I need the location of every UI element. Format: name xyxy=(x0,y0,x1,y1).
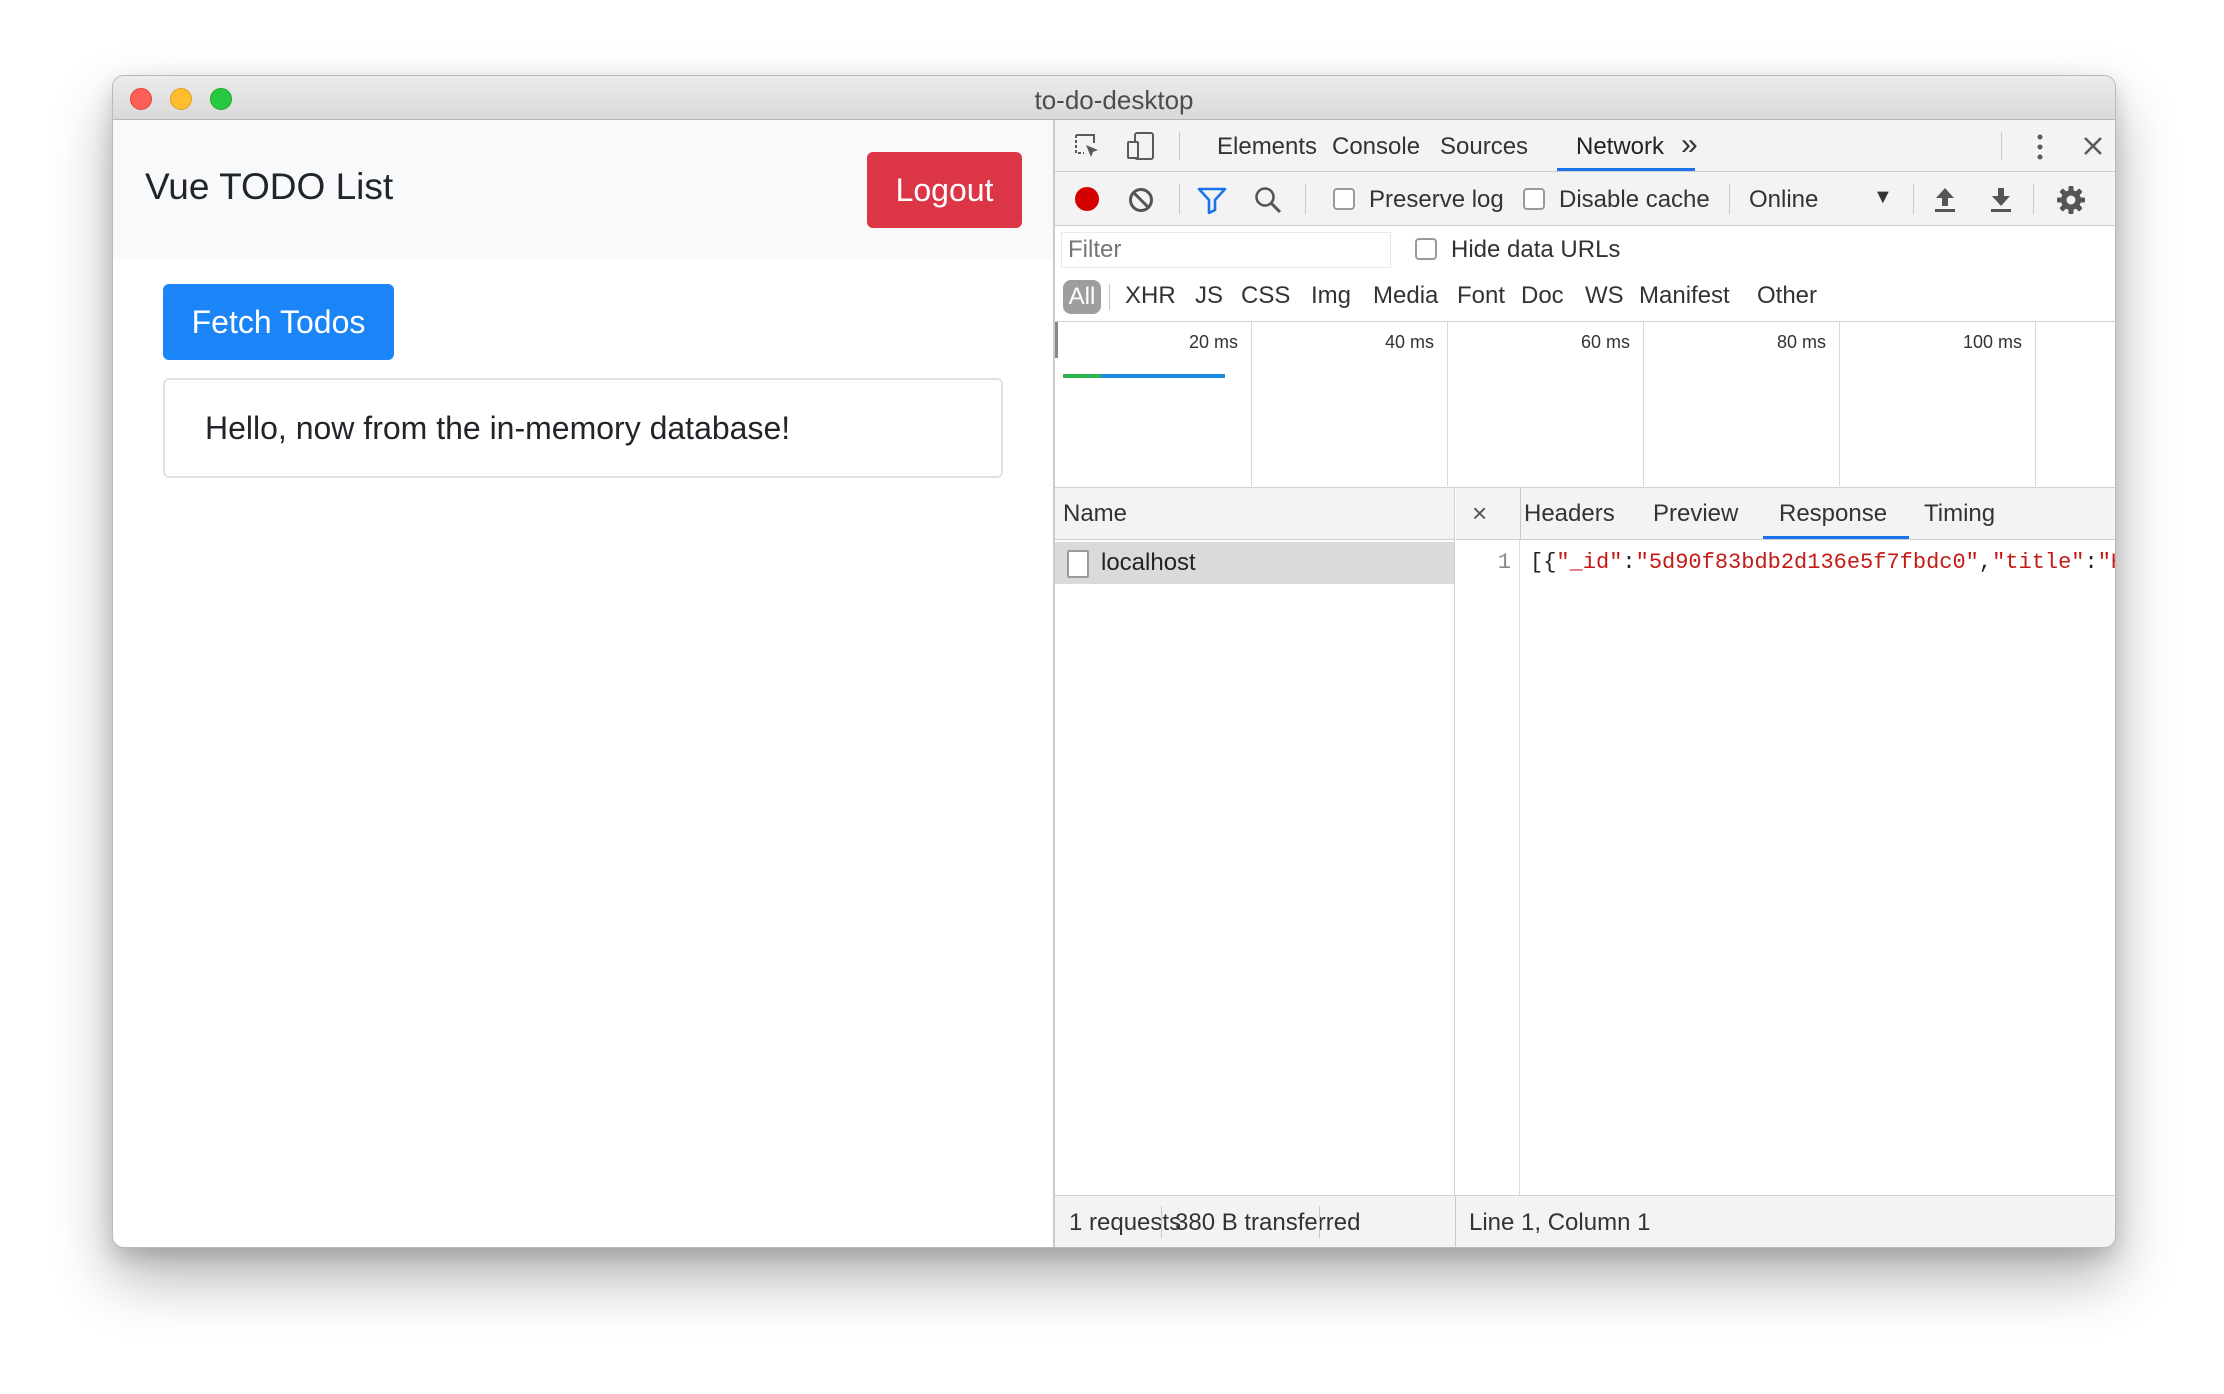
timeline-wait-bar xyxy=(1063,374,1103,378)
tab-timing[interactable]: Timing xyxy=(1924,500,1995,528)
active-tab-indicator xyxy=(1557,168,1695,171)
request-row[interactable]: localhost xyxy=(1055,542,1454,584)
close-devtools-icon[interactable] xyxy=(2081,134,2105,158)
type-filter-xhr[interactable]: XHR xyxy=(1125,282,1176,310)
hide-data-urls-label[interactable]: Hide data URLs xyxy=(1451,236,1620,264)
tab-headers[interactable]: Headers xyxy=(1524,500,1615,528)
transfer-size: 380 B transferred xyxy=(1175,1209,1361,1236)
type-filter-media[interactable]: Media xyxy=(1373,282,1438,310)
code-key: "_id" xyxy=(1556,550,1623,575)
detail-tab-bar: × Headers Preview Response Timing xyxy=(1456,488,2115,540)
overview-tick: 80 ms xyxy=(1777,332,1827,352)
devtools-tab-bar: Elements Console Sources Network » xyxy=(1055,120,2115,172)
app-pane: Vue TODO List Logout Fetch Todos Hello, … xyxy=(113,120,1053,1247)
request-detail: × Headers Preview Response Timing 1 [{"_… xyxy=(1456,488,2115,1195)
todo-item: Hello, now from the in-memory database! xyxy=(163,378,1003,478)
code-key: "title" xyxy=(1992,550,2085,575)
import-har-icon[interactable] xyxy=(1931,184,1959,214)
device-toolbar-icon[interactable] xyxy=(1125,130,1157,162)
gear-icon[interactable] xyxy=(2056,185,2086,215)
tab-response[interactable]: Response xyxy=(1779,500,1887,528)
inspect-element-icon[interactable] xyxy=(1073,132,1103,162)
overview-tick: 40 ms xyxy=(1385,332,1435,352)
disable-cache-label[interactable]: Disable cache xyxy=(1559,186,1710,214)
hide-data-urls-checkbox[interactable] xyxy=(1415,238,1437,260)
record-icon[interactable] xyxy=(1073,185,1101,213)
cursor-position: Line 1, Column 1 xyxy=(1469,1209,1651,1236)
disable-cache-checkbox[interactable] xyxy=(1523,188,1545,210)
navbar: Vue TODO List Logout xyxy=(113,120,1053,259)
tab-preview[interactable]: Preview xyxy=(1653,500,1738,528)
tab-elements[interactable]: Elements xyxy=(1217,133,1317,161)
type-filter-font[interactable]: Font xyxy=(1457,282,1505,310)
logout-button[interactable]: Logout xyxy=(867,152,1022,228)
tab-sources[interactable]: Sources xyxy=(1440,133,1528,161)
line-gutter: 1 xyxy=(1456,540,1520,1195)
export-har-icon[interactable] xyxy=(1987,184,2015,214)
code-string: "5d90f83bdb2d136e5f7fbdc0" xyxy=(1635,550,1979,575)
response-body[interactable]: [{"_id":"5d90f83bdb2d136e5f7fbdc0","titl… xyxy=(1530,550,2115,575)
active-detail-tab-indicator xyxy=(1763,536,1909,539)
fetch-todos-button[interactable]: Fetch Todos xyxy=(163,284,394,360)
tab-console[interactable]: Console xyxy=(1332,133,1420,161)
code-punct: , xyxy=(1978,550,1993,575)
chevron-down-icon[interactable]: ▼ xyxy=(1873,186,1893,209)
type-filter-all[interactable]: All xyxy=(1063,280,1101,314)
type-filter-js[interactable]: JS xyxy=(1195,282,1223,310)
preserve-log-label[interactable]: Preserve log xyxy=(1369,186,1504,214)
line-number: 1 xyxy=(1497,550,1511,575)
type-filter-manifest[interactable]: Manifest xyxy=(1639,282,1730,310)
preserve-log-checkbox[interactable] xyxy=(1333,188,1355,210)
overview-tick: 100 ms xyxy=(1963,332,2023,352)
title-bar: to-do-desktop xyxy=(113,76,2115,120)
network-toolbar: Preserve log Disable cache Online ▼ xyxy=(1055,172,2115,226)
status-bar: 1 requests 380 B transferred Line 1, Col… xyxy=(1055,1195,2115,1247)
window-title: to-do-desktop xyxy=(1034,85,1194,115)
name-column-header[interactable]: Name xyxy=(1055,488,1454,540)
app-window: to-do-desktop Vue TODO List Logout Fetch… xyxy=(112,75,2116,1248)
timeline-download-bar xyxy=(1101,374,1225,378)
request-name: localhost xyxy=(1101,549,1196,576)
type-filter-ws[interactable]: WS xyxy=(1585,282,1624,310)
filter-icon[interactable] xyxy=(1197,186,1227,214)
devtools-panel: Elements Console Sources Network » Prese… xyxy=(1053,120,2115,1247)
filter-bar: Hide data URLs All XHR JS CSS Img Media … xyxy=(1055,226,2115,322)
more-options-icon[interactable] xyxy=(2035,132,2045,162)
type-filter-other[interactable]: Other xyxy=(1757,282,1817,310)
more-tabs-icon[interactable]: » xyxy=(1681,128,1698,162)
overview-tick: 20 ms xyxy=(1189,332,1239,352)
code-punct: : xyxy=(2084,550,2098,575)
network-overview[interactable]: 20 ms 40 ms 60 ms 80 ms 100 ms xyxy=(1055,322,2115,488)
clear-icon[interactable] xyxy=(1127,186,1155,214)
tab-network[interactable]: Network xyxy=(1576,133,1664,161)
code-punct: : xyxy=(1622,550,1636,575)
navbar-brand[interactable]: Vue TODO List xyxy=(145,166,393,208)
code-string: "Hello, now from the in-memory database!… xyxy=(2097,550,2115,575)
type-filter-img[interactable]: Img xyxy=(1311,282,1351,310)
document-icon xyxy=(1067,550,1089,578)
request-list: Name localhost xyxy=(1055,488,1455,1195)
throttling-select[interactable]: Online xyxy=(1749,186,1818,214)
overview-tick: 60 ms xyxy=(1581,332,1631,352)
filter-input[interactable] xyxy=(1061,232,1391,268)
type-filter-css[interactable]: CSS xyxy=(1241,282,1290,310)
request-count: 1 requests xyxy=(1069,1209,1182,1236)
code-punct: [{ xyxy=(1530,550,1557,575)
search-icon[interactable] xyxy=(1253,185,1283,215)
close-icon[interactable]: × xyxy=(1472,498,1487,529)
type-filter-doc[interactable]: Doc xyxy=(1521,282,1564,310)
